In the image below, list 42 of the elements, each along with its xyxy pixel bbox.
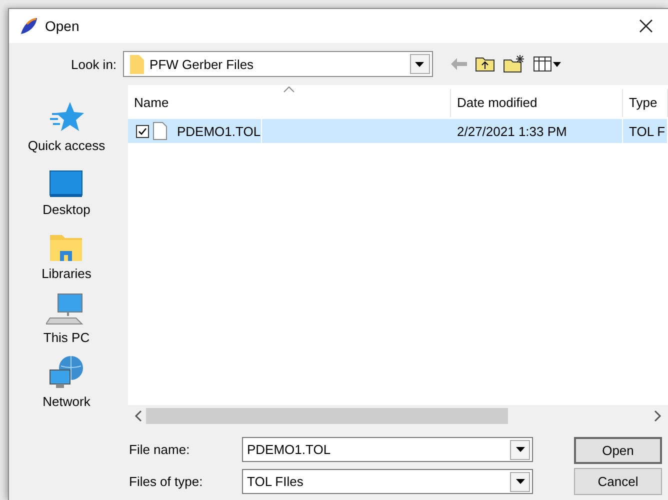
place-label[interactable]: Quick access bbox=[28, 138, 106, 153]
column-header[interactable]: Date modified bbox=[451, 89, 623, 117]
window-title: Open bbox=[45, 18, 80, 34]
view-menu-icon[interactable] bbox=[532, 56, 561, 72]
scroll-left-icon[interactable] bbox=[134, 410, 142, 422]
type-cell: TOL F bbox=[623, 119, 668, 143]
folder-up-icon[interactable] bbox=[474, 56, 495, 72]
file-type-label: Files of type: bbox=[129, 474, 204, 489]
horizontal-scrollbar[interactable] bbox=[128, 405, 668, 427]
folder-icon bbox=[49, 232, 84, 262]
column-header[interactable]: Type bbox=[623, 89, 668, 117]
look-in-label: Look in: bbox=[71, 56, 117, 72]
date-cell: 2/27/2021 1:33 PM bbox=[451, 119, 623, 143]
caret-icon bbox=[516, 479, 524, 484]
close-icon bbox=[639, 19, 653, 33]
dropdown-button[interactable] bbox=[510, 472, 530, 492]
place-label[interactable]: Libraries bbox=[42, 266, 92, 281]
new-folder-icon[interactable] bbox=[502, 55, 525, 73]
look-in-dropdown[interactable]: PFW Gerber Files bbox=[122, 51, 433, 77]
file-name-combo-box[interactable]: PDEMO1.TOL bbox=[242, 437, 533, 462]
place-label[interactable]: Desktop bbox=[42, 202, 90, 217]
caret-icon bbox=[516, 447, 524, 452]
column-header[interactable]: Name bbox=[128, 89, 451, 117]
place-label[interactable]: This PC bbox=[43, 330, 90, 345]
dropdown-button[interactable] bbox=[410, 54, 430, 74]
scroll-right-icon[interactable] bbox=[654, 410, 662, 422]
feather-icon bbox=[19, 16, 39, 36]
checkbox[interactable] bbox=[136, 124, 149, 138]
scrollbar-thumb[interactable] bbox=[146, 408, 508, 424]
file-name-cell: PDEMO1.TOL bbox=[171, 119, 262, 143]
dropdown-button[interactable] bbox=[510, 440, 530, 460]
dialog-button[interactable]: Cancel bbox=[574, 468, 662, 495]
star-icon bbox=[50, 100, 84, 134]
default-dialog-button[interactable]: Open bbox=[574, 437, 662, 464]
folder-icon bbox=[130, 54, 144, 74]
selected-file-row[interactable]: PDEMO1.TOL 2/27/2021 1:33 PM TOL F bbox=[128, 119, 668, 143]
caret-icon bbox=[415, 62, 424, 66]
monitor-icon bbox=[49, 170, 84, 198]
document-icon bbox=[153, 122, 167, 140]
file-name-label: File name: bbox=[129, 442, 191, 457]
file-type-combo-box[interactable]: TOL FIles bbox=[242, 469, 533, 494]
place-label[interactable]: Network bbox=[42, 394, 90, 409]
